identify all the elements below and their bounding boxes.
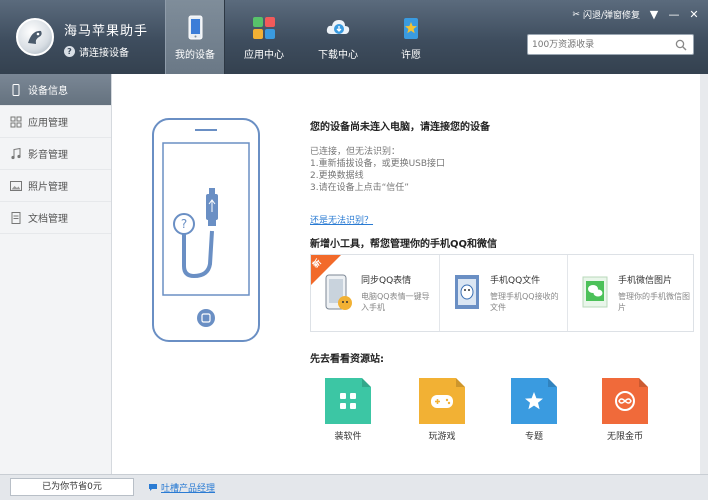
feedback-link[interactable]: 吐槽产品经理 (148, 481, 215, 494)
connection-tips: 已连接，但无法识别： 1.重新插拔设备，或更换USB接口 2.更换数据线 3.请… (310, 146, 445, 194)
connection-status[interactable]: ? 请连接设备 (64, 44, 129, 59)
tool-desc: 管理手机QQ接收的文件 (490, 292, 559, 312)
sidebar-item-label: 应用管理 (28, 118, 68, 129)
sidebar-item-label: 影音管理 (28, 150, 68, 161)
resources-title: 先去看看资源站: (310, 354, 384, 365)
search-input[interactable] (532, 37, 672, 52)
repair-button[interactable]: ✂ 闪退/弹窗修复 (572, 8, 640, 22)
tab-download-center-label: 下载中心 (318, 50, 358, 61)
document-icon (11, 212, 21, 224)
tool-wechat-photos[interactable]: 手机微信图片 管理你的手机微信图片 (567, 255, 695, 331)
repair-label: 闪退/弹窗修复 (582, 11, 640, 21)
feedback-label: 吐槽产品经理 (161, 484, 216, 494)
tool-sync-qq-emoji[interactable]: 新 同步QQ表情 电脑QQ表情一键导入手机 (311, 255, 439, 331)
help-icon: ? (64, 46, 75, 57)
connection-status-text: 请连接设备 (79, 48, 129, 59)
sidebar-item-photo-manage[interactable]: 照片管理 (0, 170, 111, 202)
tip-line: 2.更换数据线 (310, 171, 364, 181)
savings-display: 已为你节省0元 (10, 478, 134, 496)
scroll-gutter (700, 74, 708, 474)
sidebar-item-label: 文档管理 (28, 214, 68, 225)
music-icon (11, 148, 21, 160)
tool-qq-files[interactable]: 手机QQ文件 管理手机QQ接收的文件 (439, 255, 567, 331)
main-content: ? 您的设备尚未连入电脑，请连接您的设备 已连接，但无法识别： 1.重新插拔设备… (112, 74, 700, 474)
resource-play-games[interactable] (419, 378, 465, 424)
tool-desc: 管理你的手机微信图片 (618, 292, 690, 312)
tool-name: 同步QQ表情 (361, 276, 412, 286)
wrench-icon: ✂ (572, 9, 580, 20)
sidebar-item-label: 照片管理 (28, 182, 68, 193)
window-controls: ✂ 闪退/弹窗修复 ▼ — ✕ (572, 8, 700, 21)
wish-icon (404, 18, 418, 39)
tip-line: 1.重新插拔设备，或更换USB接口 (310, 159, 446, 169)
resource-label: 装软件 (334, 432, 362, 442)
qq-emoji-icon (325, 274, 352, 310)
still-unrecognized-link[interactable]: 还是无法识别？ (310, 213, 373, 226)
tool-desc: 电脑QQ表情一键导入手机 (361, 292, 430, 312)
wechat-photo-icon (582, 276, 608, 308)
minimize-button[interactable]: — (668, 8, 680, 21)
sidebar-item-media-manage[interactable]: 影音管理 (0, 138, 111, 170)
photo-icon (10, 181, 22, 191)
tab-my-device-label: 我的设备 (175, 50, 215, 61)
sidebar-item-device-info[interactable]: 设备信息 (0, 74, 111, 106)
tab-app-center[interactable]: 应用中心 (234, 0, 294, 74)
cloud-download-icon (326, 20, 350, 34)
resource-label: 玩游戏 (428, 432, 456, 442)
search-icon[interactable] (675, 39, 687, 51)
disconnected-message: 您的设备尚未连入电脑，请连接您的设备 (310, 122, 490, 133)
tab-my-device[interactable]: 我的设备 (165, 0, 225, 74)
grid-icon (10, 116, 22, 128)
resource-install-apps[interactable] (325, 378, 371, 424)
status-bar: 已为你节省0元 吐槽产品经理 (0, 474, 708, 500)
app-title: 海马苹果助手 (64, 24, 149, 39)
menu-button[interactable]: ▼ (648, 8, 660, 21)
phone-icon (12, 84, 20, 96)
phone-illustration: ? (152, 118, 260, 342)
title-bar: 海马苹果助手 ? 请连接设备 我的设备 应用中心 下载中心 许愿 ✂ 闪退/弹窗… (0, 0, 708, 74)
resource-label: 专题 (524, 432, 543, 442)
app-logo (16, 18, 54, 56)
tip-line: 已连接，但无法识别： (310, 147, 401, 157)
seahorse-logo-icon (28, 30, 42, 44)
sidebar-item-label: 设备信息 (28, 86, 68, 97)
search-box[interactable] (527, 34, 694, 55)
tool-name: 手机微信图片 (618, 276, 673, 286)
tab-app-center-label: 应用中心 (244, 50, 284, 61)
resource-label: 无限金币 (606, 432, 643, 442)
tab-wish[interactable]: 许愿 (381, 0, 441, 74)
tip-line: 3.请在设备上点击“信任” (310, 183, 409, 193)
close-button[interactable]: ✕ (688, 8, 700, 21)
device-icon (188, 15, 203, 40)
sidebar-item-app-manage[interactable]: 应用管理 (0, 106, 111, 138)
tab-download-center[interactable]: 下载中心 (308, 0, 368, 74)
tab-wish-label: 许愿 (401, 50, 421, 61)
sidebar-item-document-manage[interactable]: 文档管理 (0, 202, 111, 234)
qq-file-icon (455, 275, 479, 309)
apps-icon (253, 17, 275, 39)
tool-name: 手机QQ文件 (490, 276, 541, 286)
chat-bubble-icon (149, 484, 157, 491)
tools-section-title: 新增小工具，帮您管理你的手机QQ和微信 (310, 239, 498, 250)
sidebar: 设备信息 应用管理 影音管理 照片管理 文档管理 (0, 74, 112, 474)
svg-text:?: ? (181, 217, 187, 231)
resource-unlimited-coins[interactable] (602, 378, 648, 424)
resource-topics[interactable] (511, 378, 557, 424)
tools-panel: 新 同步QQ表情 电脑QQ表情一键导入手机 手机QQ文件 管理手机QQ接收的文件 (310, 254, 694, 332)
